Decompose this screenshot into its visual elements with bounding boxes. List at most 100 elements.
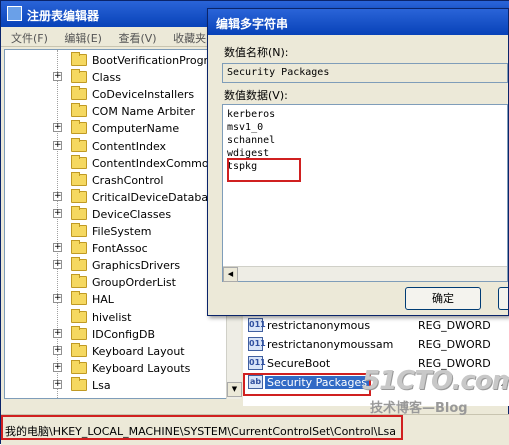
tree-item[interactable]: + ContentIndex: [5, 137, 239, 155]
tree-item[interactable]: CrashControl: [5, 171, 239, 189]
value-name: restrictanonymoussam: [267, 338, 394, 351]
tree-item-label: GroupOrderList: [92, 276, 176, 290]
tree-item[interactable]: + Keyboard Layouts: [5, 359, 239, 377]
value-name-label: 数值名称(N):: [224, 46, 289, 59]
tree-item[interactable]: + IDConfigDB: [5, 325, 239, 343]
tree-item[interactable]: GroupOrderList: [5, 274, 239, 291]
folder-icon: [71, 137, 87, 152]
tree-item[interactable]: hivelist: [5, 308, 239, 326]
folder-icon: [71, 154, 87, 169]
folder-icon: [71, 223, 87, 237]
registry-tree[interactable]: BootVerificationProgram + Class CoDeviceIns…: [4, 49, 240, 399]
menu-edit[interactable]: 编辑(E): [64, 32, 102, 45]
tree-item-label: hivelist: [92, 310, 132, 324]
folder-icon: [71, 325, 87, 340]
value-type: REG_DWORD: [418, 319, 491, 332]
folder-icon: [71, 69, 87, 84]
tree-item-label: DeviceClasses: [92, 207, 172, 221]
scroll-left-icon[interactable]: ◀: [223, 267, 238, 282]
folder-icon: [71, 52, 87, 66]
security-packages-highlight: [243, 373, 371, 396]
dword-icon: 011: [248, 337, 266, 351]
tree-item[interactable]: ContentIndexCommon: [5, 154, 239, 172]
ok-button[interactable]: 确定: [405, 287, 481, 310]
tree-item-label: FontAssoc: [92, 242, 148, 256]
tree-item[interactable]: + DeviceClasses: [5, 205, 239, 223]
value-name: SecureBoot: [267, 357, 331, 370]
folder-icon: [71, 86, 87, 101]
folder-icon: [71, 342, 87, 357]
tree-item-label: CrashControl: [92, 173, 164, 187]
tree-item-label: FileSystem: [92, 225, 152, 238]
expand-plus-icon[interactable]: +: [53, 72, 62, 82]
tree-item[interactable]: + Class: [5, 69, 239, 86]
folder-icon: [71, 274, 87, 289]
dialog-title: 编辑多字符串: [208, 9, 508, 35]
folder-icon: [71, 291, 87, 306]
folder-icon: [71, 376, 87, 391]
tree-item[interactable]: + HAL: [5, 291, 239, 308]
data-hscrollbar[interactable]: ◀: [223, 266, 507, 282]
value-data-label: 数值数据(V):: [224, 89, 288, 102]
folder-icon: [71, 188, 87, 203]
expand-plus-icon[interactable]: +: [53, 294, 62, 304]
tree-item-label: CriticalDeviceDatabase: [92, 190, 221, 204]
value-data-textarea[interactable]: kerberos msv1_0 schannel wdigest tspkg ◀: [222, 104, 508, 282]
tspkg-highlight: [227, 158, 301, 182]
watermark-subtitle: 技术博客—Blog: [370, 401, 468, 416]
tree-item[interactable]: + Lsa: [5, 376, 239, 394]
folder-icon: [71, 257, 87, 272]
value-type: REG_DWORD: [418, 338, 491, 351]
expand-plus-icon[interactable]: +: [53, 243, 62, 253]
dword-icon: 011: [248, 356, 266, 370]
expand-plus-icon[interactable]: +: [53, 379, 62, 389]
tree-item[interactable]: + CriticalDeviceDatabase: [5, 188, 239, 206]
tree-item[interactable]: BootVerificationProgram: [5, 52, 239, 69]
tree-item[interactable]: + GraphicsDrivers: [5, 257, 239, 274]
expand-plus-icon[interactable]: +: [53, 123, 62, 133]
tree-item-label: ContentIndexCommon: [92, 156, 216, 170]
folder-icon: [71, 308, 87, 323]
tree-item[interactable]: FileSystem: [5, 223, 239, 240]
menu-view[interactable]: 查看(V): [118, 32, 156, 45]
tree-item[interactable]: + Keyboard Layout: [5, 342, 239, 360]
cancel-button[interactable]: [498, 287, 508, 310]
tree-item-label: Keyboard Layout: [92, 344, 185, 358]
tree-item-label: Class: [92, 71, 121, 85]
tree-item[interactable]: + ComputerName: [5, 120, 239, 137]
folder-icon: [71, 120, 87, 135]
tree-item[interactable]: + FontAssoc: [5, 240, 239, 257]
folder-icon: [71, 171, 87, 186]
tree-item-label: Lsa: [92, 378, 111, 392]
value-name-field[interactable]: Security Packages: [222, 63, 508, 83]
folder-icon: [71, 103, 87, 118]
regedit-title: 注册表编辑器: [27, 9, 100, 23]
watermark-logo: 51CTO.com: [362, 366, 509, 396]
tree-item[interactable]: COM Name Arbiter: [5, 103, 239, 120]
value-row[interactable]: 011 restrictanonymous REG_DWORD: [243, 316, 509, 334]
folder-icon: [71, 240, 87, 255]
tree-item[interactable]: CoDeviceInstallers: [5, 86, 239, 103]
status-path-highlight: [1, 415, 403, 440]
regedit-app-icon: [7, 6, 22, 21]
scroll-down-icon[interactable]: ▼: [227, 382, 242, 397]
expand-plus-icon[interactable]: +: [53, 260, 62, 270]
expand-plus-icon[interactable]: +: [53, 208, 62, 218]
dword-icon: 011: [248, 318, 266, 332]
expand-plus-icon[interactable]: +: [53, 191, 62, 201]
edit-multistring-dialog: 编辑多字符串 数值名称(N): Security Packages 数值数据(V…: [207, 8, 509, 316]
menu-favorites[interactable]: 收藏夹: [173, 32, 206, 45]
value-row[interactable]: 011 restrictanonymoussam REG_DWORD: [243, 335, 509, 353]
expand-plus-icon[interactable]: +: [53, 345, 62, 355]
expand-plus-icon[interactable]: +: [53, 362, 62, 372]
menu-file[interactable]: 文件(F): [11, 32, 48, 45]
expand-plus-icon[interactable]: +: [53, 140, 62, 150]
data-line: schannel: [227, 135, 276, 146]
tree-item-label: GraphicsDrivers: [92, 259, 181, 273]
data-line: kerberos: [227, 109, 276, 120]
tree-item-label: BootVerificationProgram: [92, 54, 226, 67]
expand-plus-icon[interactable]: +: [53, 328, 62, 338]
folder-icon: [71, 359, 87, 374]
folder-icon: [71, 205, 87, 220]
tree-item-label: ComputerName: [92, 122, 180, 136]
